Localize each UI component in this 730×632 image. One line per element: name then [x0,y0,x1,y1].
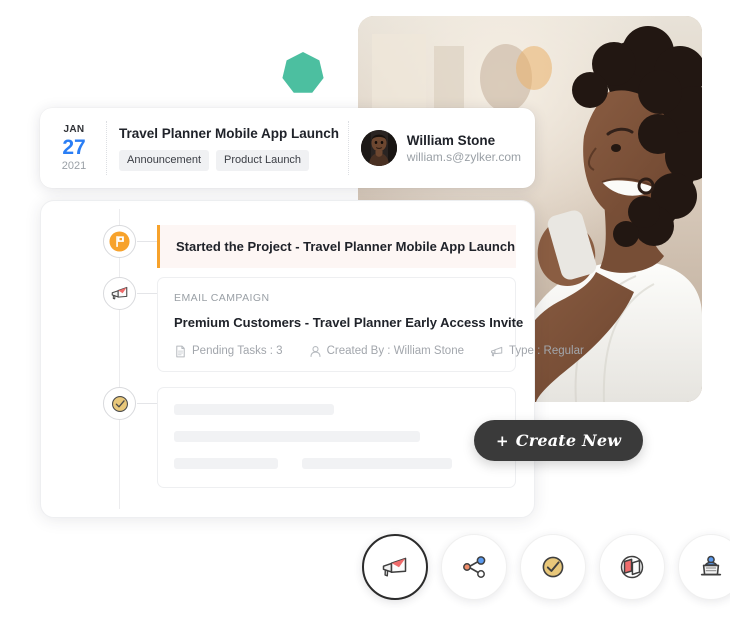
timeline-connector [137,241,157,242]
campaign-meta-created-by: Created By : William Stone [309,344,464,359]
timeline-item-body: EMAIL CAMPAIGN Premium Customers - Trave… [157,277,584,372]
campaign-icon [382,557,407,577]
date-month: JAN [63,124,85,135]
divider [347,121,349,175]
campaign-meta-row: Pending Tasks : 3 Created By : William S… [174,344,584,359]
skeleton-bar [174,404,334,415]
podium-icon [700,555,722,576]
icon-button-campaign[interactable] [362,534,428,600]
module-icon-bar [362,534,730,600]
placeholder-card [157,387,516,488]
owner-block[interactable]: William Stone william.s@zylker.com [360,130,535,166]
project-header-card: JAN 27 2021 Travel Planner Mobile App La… [40,108,535,188]
plus-icon: + [496,431,509,450]
megaphone-envelope-icon[interactable] [103,277,136,310]
check-circle-icon[interactable] [103,387,136,420]
skeleton-bar [174,458,278,469]
create-new-button[interactable]: + Create New [474,420,644,461]
skeleton-bar [174,431,420,442]
project-summary: Travel Planner Mobile App Launch Announc… [119,125,344,171]
timeline-item-body: Started the Project - Travel Planner Mob… [157,225,516,268]
user-photo-avatar [360,130,397,166]
create-new-label: Create New [515,431,622,450]
campaign-meta-label: Created By : William Stone [326,345,464,357]
campaign-kicker: EMAIL CAMPAIGN [174,292,270,304]
timeline-card: Started the Project - Travel Planner Mob… [40,200,584,518]
campaign-meta-type: Type : Regular [490,344,584,359]
date-year: 2021 [61,160,87,172]
owner-name: William Stone [406,132,496,148]
icon-button-cube[interactable] [599,534,665,600]
check-circle-icon [542,556,564,578]
heptagon-decoration [282,52,324,93]
check-circle-icon-glyph [111,395,128,412]
page-root: JAN 27 2021 Travel Planner Mobile App La… [0,0,730,632]
icon-button-share-network[interactable] [441,534,507,600]
page-title: Travel Planner Mobile App Launch [119,126,340,141]
share-network-icon [463,556,486,578]
icon-button-podium[interactable] [678,534,730,600]
skeleton-bar [302,458,452,469]
campaign-title: Premium Customers - Travel Planner Early… [174,315,524,330]
campaign-meta-label: Type : Regular [509,345,584,357]
tag-chip-announcement[interactable]: Announcement [119,150,209,171]
timeline-item-started-project: Started the Project - Travel Planner Mob… [41,225,534,268]
owner-text: William Stone william.s@zylker.com [407,132,521,165]
flag-icon[interactable] [103,225,136,258]
campaign-card[interactable]: EMAIL CAMPAIGN Premium Customers - Trave… [157,277,584,372]
date-block: JAN 27 2021 [40,123,102,173]
document-icon [176,345,185,358]
megaphone-icon [491,346,503,357]
avatar [360,130,397,166]
timeline-item-body [157,387,516,488]
timeline-item-placeholder [41,387,534,488]
date-day: 27 [62,136,86,159]
campaign-meta-pending-tasks: Pending Tasks : 3 [174,344,283,359]
timeline-connector [137,293,157,294]
tag-chip-list: Announcement Product Launch [119,150,336,171]
campaign-meta-label: Pending Tasks : 3 [192,345,283,357]
skeleton-bar-row [174,458,499,469]
owner-email: william.s@zylker.com [406,149,521,164]
tag-chip-product-launch[interactable]: Product Launch [216,150,310,171]
flag-icon-glyph [109,231,130,252]
icon-button-check[interactable] [520,534,586,600]
timeline-item-email-campaign: EMAIL CAMPAIGN Premium Customers - Trave… [41,277,584,372]
person-icon [310,346,321,358]
cube-icon [620,555,644,579]
megaphone-envelope-icon-glyph [111,286,128,300]
started-project-banner[interactable]: Started the Project - Travel Planner Mob… [157,225,516,268]
divider [106,121,107,175]
timeline-connector [137,403,157,404]
